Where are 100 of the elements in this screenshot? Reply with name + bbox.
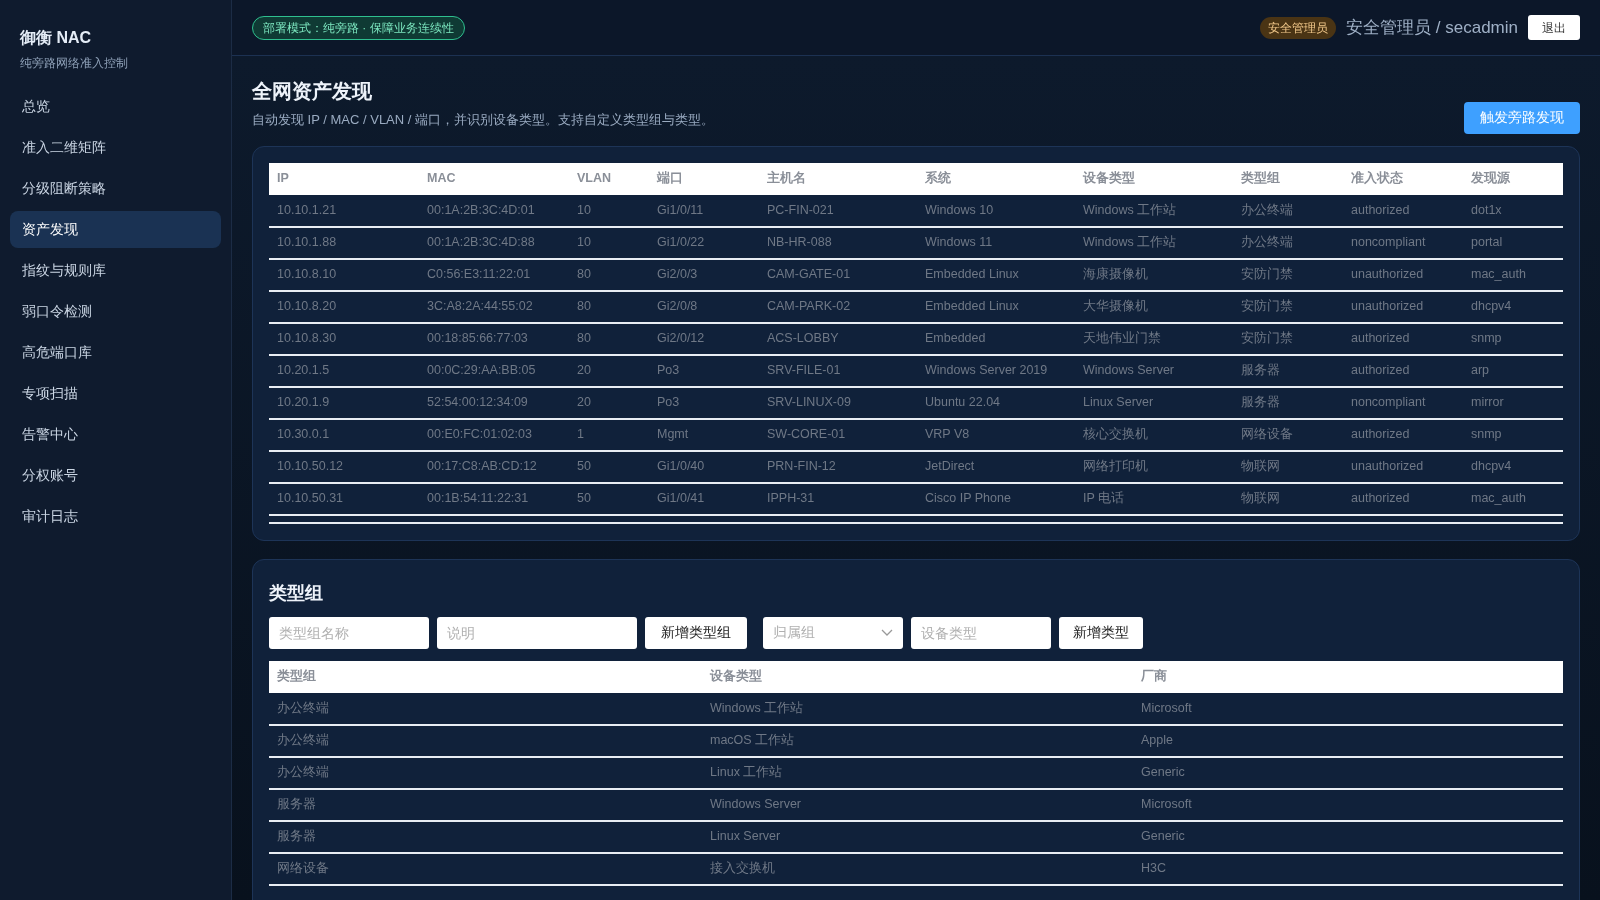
- table-cell: authorized: [1343, 354, 1463, 387]
- sidebar-item[interactable]: 审计日志: [10, 498, 221, 535]
- table-cell: 10.10.50.12: [269, 450, 419, 483]
- table-cell: 10: [569, 226, 649, 259]
- table-cell: Generic: [1133, 820, 1563, 853]
- table-cell: 接入交换机: [702, 852, 1133, 885]
- sidebar-item[interactable]: 资产发现: [10, 211, 221, 248]
- section-title: 类型组: [269, 581, 324, 605]
- sidebar-item[interactable]: 分权账号: [10, 457, 221, 494]
- table-cell: dhcpv4: [1463, 290, 1563, 323]
- table-cell: 10.20.1.9: [269, 386, 419, 419]
- table-cell: 1: [569, 418, 649, 451]
- logout-button[interactable]: 退出: [1528, 15, 1580, 40]
- column-header: 厂商: [1133, 660, 1563, 693]
- table-cell: C0:56:E3:11:22:01: [419, 258, 569, 291]
- table-cell: Embedded: [917, 322, 1075, 355]
- add-group-button[interactable]: 新增类型组: [645, 616, 747, 649]
- table-cell: Gi1/0/41: [649, 482, 759, 515]
- table-cell: 办公终端: [269, 692, 702, 725]
- table-cell: 网络设备: [269, 852, 702, 885]
- table-cell: NB-HR-088: [759, 226, 917, 259]
- table-cell: 安防门禁: [1233, 290, 1343, 323]
- table-cell: macOS 工作站: [702, 724, 1133, 757]
- sidebar-item[interactable]: 高危端口库: [10, 334, 221, 371]
- sidebar-item[interactable]: 专项扫描: [10, 375, 221, 412]
- column-header: 发现源: [1463, 162, 1563, 195]
- table-cell: snmp: [1463, 418, 1563, 451]
- table-cell: 核心交换机: [1075, 418, 1233, 451]
- table-cell: JetDirect: [917, 450, 1075, 483]
- table-cell: 安防门禁: [1233, 258, 1343, 291]
- table-cell: Gi1/0/22: [649, 226, 759, 259]
- table-cell: authorized: [1343, 418, 1463, 451]
- table-cell: 10.10.8.20: [269, 290, 419, 323]
- table-cell: Windows 工作站: [702, 692, 1133, 725]
- table-cell: 00:E0:FC:01:02:03: [419, 418, 569, 451]
- table-cell: CAM-PARK-02: [759, 290, 917, 323]
- table-cell: 10.10.1.21: [269, 194, 419, 227]
- description-field[interactable]: 说明: [437, 616, 637, 649]
- table-cell: 10.20.1.5: [269, 354, 419, 387]
- sidebar-item[interactable]: 分级阻断策略: [10, 170, 221, 207]
- table-cell: CAM-GATE-01: [759, 258, 917, 291]
- column-header: 设备类型: [1075, 162, 1233, 195]
- brand-title: 御衡 NAC: [19, 28, 93, 48]
- column-header: 类型组: [269, 660, 702, 693]
- column-header: IP: [269, 162, 419, 195]
- table-cell: 办公终端: [1233, 194, 1343, 227]
- table-cell: 10.10.50.31: [269, 482, 419, 515]
- sidebar-item[interactable]: 总览: [10, 88, 221, 125]
- group-name-field[interactable]: 类型组名称: [269, 616, 429, 649]
- table-cell: Linux 工作站: [702, 756, 1133, 789]
- table-cell: 80: [569, 290, 649, 323]
- table-cell: unauthorized: [1343, 450, 1463, 483]
- sidebar-item[interactable]: 准入二维矩阵: [10, 129, 221, 166]
- table-cell: 00:1B:54:11:22:31: [419, 482, 569, 515]
- table-cell: Windows Server: [1075, 354, 1233, 387]
- table-cell: Linux Server: [1075, 386, 1233, 419]
- table-cell: 10.30.0.1: [269, 418, 419, 451]
- table-cell: 网络打印机: [1075, 450, 1233, 483]
- table-cell: arp: [1463, 354, 1563, 387]
- table-cell: Generic: [1133, 756, 1563, 789]
- table-cell: noncompliant: [1343, 226, 1463, 259]
- table-cell: Mgmt: [649, 418, 759, 451]
- table-cell: mac_auth: [1463, 482, 1563, 515]
- table-cell: Windows Server 2019: [917, 354, 1075, 387]
- table-cell: Embedded Linux: [917, 290, 1075, 323]
- table-cell: Po3: [649, 386, 759, 419]
- table-cell: 10.10.8.30: [269, 322, 419, 355]
- column-header: 主机名: [759, 162, 917, 195]
- table-cell: Windows 11: [917, 226, 1075, 259]
- table-cell: 物联网: [1233, 482, 1343, 515]
- table-cell: 服务器: [1233, 386, 1343, 419]
- table-cell: Microsoft: [1133, 692, 1563, 725]
- device-type-field[interactable]: 设备类型: [911, 616, 1051, 649]
- table-cell: 00:17:C8:AB:CD:12: [419, 450, 569, 483]
- table-cell: 办公终端: [269, 724, 702, 757]
- table-cell: 10: [569, 194, 649, 227]
- table-cell: authorized: [1343, 322, 1463, 355]
- table-cell: authorized: [1343, 482, 1463, 515]
- table-cell: mirror: [1463, 386, 1563, 419]
- table-cell: PRN-FIN-12: [759, 450, 917, 483]
- table-cell: 52:54:00:12:34:09: [419, 386, 569, 419]
- table-cell: dhcpv4: [1463, 450, 1563, 483]
- table-cell: H3C: [1133, 852, 1563, 885]
- sidebar-item[interactable]: 弱口令检测: [10, 293, 221, 330]
- page-title: 全网资产发现: [252, 79, 373, 104]
- user-name: 安全管理员 / secadmin: [1346, 16, 1518, 39]
- sidebar-item[interactable]: 指纹与规则库: [10, 252, 221, 289]
- table-cell: Gi1/0/11: [649, 194, 759, 227]
- deployment-mode-badge: 部署模式：纯旁路 · 保障业务连续性: [252, 15, 465, 40]
- column-header: 端口: [649, 162, 759, 195]
- add-type-button[interactable]: 新增类型: [1059, 616, 1143, 649]
- table-cell: ACS-LOBBY: [759, 322, 917, 355]
- sidebar-item[interactable]: 告警中心: [10, 416, 221, 453]
- table-cell: Gi2/0/12: [649, 322, 759, 355]
- page-description: 自动发现 IP / MAC / VLAN / 端口，并识别设备类型。支持自定义类型组与类型。: [252, 111, 714, 129]
- table-cell: 网络设备: [1233, 418, 1343, 451]
- table-cell: 3C:A8:2A:44:55:02: [419, 290, 569, 323]
- table-cell: 00:0C:29:AA:BB:05: [419, 354, 569, 387]
- table-cell: Windows Server: [702, 788, 1133, 821]
- table-cell: noncompliant: [1343, 386, 1463, 419]
